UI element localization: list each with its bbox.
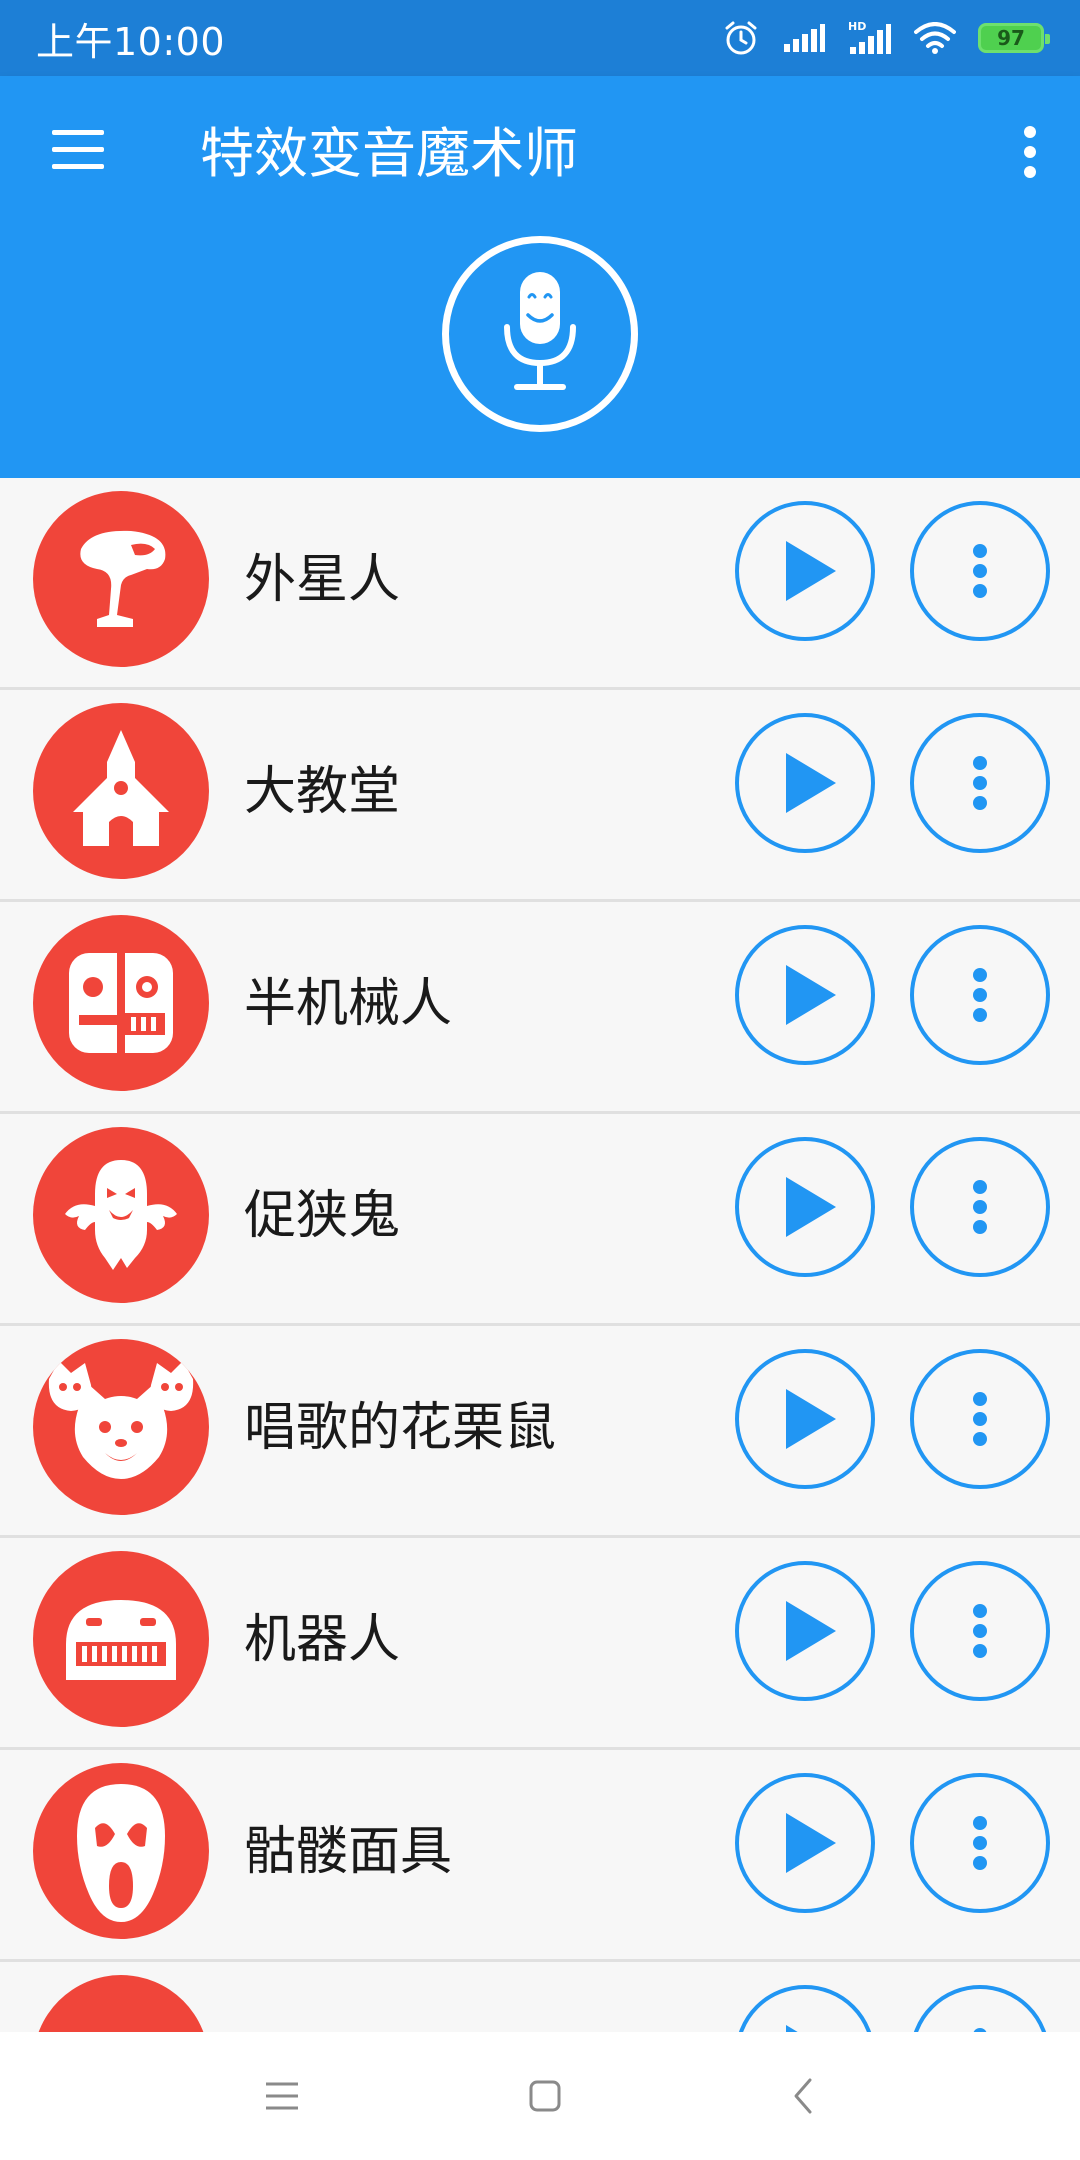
list-item[interactable]: 半机械人 (0, 902, 1080, 1114)
more-vertical-icon (973, 1810, 987, 1876)
play-icon (786, 1601, 836, 1661)
recent-apps-icon[interactable] (262, 2078, 302, 2114)
list-item[interactable]: 机器人 (0, 1538, 1080, 1750)
app-title: 特效变音魔术师 (200, 122, 578, 185)
list-item[interactable]: 外星人 (0, 478, 1080, 690)
play-button[interactable] (735, 713, 875, 853)
list-item[interactable]: 唱歌的花栗鼠 (0, 1326, 1080, 1538)
effect-label: 半机械人 (244, 974, 453, 1034)
play-button[interactable] (735, 1137, 875, 1277)
effect-label: 促狭鬼 (244, 1186, 401, 1246)
list-item[interactable]: 骷髅面具 (0, 1750, 1080, 1962)
options-button[interactable] (910, 1137, 1050, 1277)
hamburger-menu-icon[interactable] (44, 130, 108, 180)
wifi-icon (914, 22, 956, 54)
microphone-icon (495, 267, 585, 401)
play-icon (786, 2025, 836, 2032)
options-button[interactable] (910, 501, 1050, 641)
play-icon (786, 1813, 836, 1873)
play-button[interactable] (735, 501, 875, 641)
home-icon[interactable] (527, 2078, 563, 2114)
alarm-icon (722, 19, 760, 57)
options-button[interactable] (910, 1561, 1050, 1701)
robot-icon (33, 1551, 209, 1727)
navigation-bar (0, 2032, 1080, 2160)
scream-mask-icon (33, 1763, 209, 1939)
play-icon (786, 965, 836, 1025)
battery-level: 97 (997, 26, 1025, 50)
effect-label: 骷髅面具 (244, 1822, 453, 1882)
back-icon[interactable] (788, 2076, 818, 2116)
play-icon (786, 1177, 836, 1237)
options-button[interactable] (910, 713, 1050, 853)
play-button[interactable] (735, 925, 875, 1065)
signal-icon (782, 22, 826, 54)
list-item[interactable]: 大教堂 (0, 690, 1080, 902)
record-button[interactable] (442, 236, 638, 432)
effects-list[interactable]: 外星人 大教堂 半机械人 促狭鬼 唱歌的花栗鼠 机器人 骷髅面具 (0, 478, 1080, 2032)
more-vertical-icon (973, 962, 987, 1028)
play-button[interactable] (735, 1985, 875, 2032)
status-time: 上午10:00 (36, 19, 226, 64)
chipmunks-icon (33, 1339, 209, 1515)
play-button[interactable] (735, 1349, 875, 1489)
more-vertical-icon (973, 1598, 987, 1664)
effect-label: 大教堂 (244, 762, 401, 822)
effect-label: 机器人 (244, 1610, 401, 1670)
cathedral-icon (33, 703, 209, 879)
list-item[interactable] (0, 1962, 1080, 2032)
options-button[interactable] (910, 925, 1050, 1065)
partial-icon (33, 1975, 209, 2032)
options-button[interactable] (910, 1985, 1050, 2032)
more-vertical-icon (973, 2022, 987, 2032)
list-item[interactable]: 促狭鬼 (0, 1114, 1080, 1326)
more-vertical-icon (973, 750, 987, 816)
app-bar: 特效变音魔术师 (0, 76, 1080, 478)
play-button[interactable] (735, 1561, 875, 1701)
alien-icon (33, 491, 209, 667)
ghost-icon (33, 1127, 209, 1303)
more-vertical-icon (973, 1174, 987, 1240)
status-bar: 上午10:00 HD 97 (0, 0, 1080, 76)
signal-hd-icon: HD (848, 20, 892, 56)
more-vertical-icon[interactable] (1010, 126, 1050, 186)
battery-icon: 97 (978, 23, 1050, 53)
more-vertical-icon (973, 1386, 987, 1452)
network-label: HD (848, 20, 866, 33)
play-icon (786, 1389, 836, 1449)
play-button[interactable] (735, 1773, 875, 1913)
cyborg-icon (33, 915, 209, 1091)
effect-label: 外星人 (244, 550, 401, 610)
effect-label: 唱歌的花栗鼠 (244, 1398, 557, 1458)
more-vertical-icon (973, 538, 987, 604)
status-icons: HD 97 (722, 19, 1050, 57)
options-button[interactable] (910, 1349, 1050, 1489)
options-button[interactable] (910, 1773, 1050, 1913)
play-icon (786, 753, 836, 813)
play-icon (786, 541, 836, 601)
